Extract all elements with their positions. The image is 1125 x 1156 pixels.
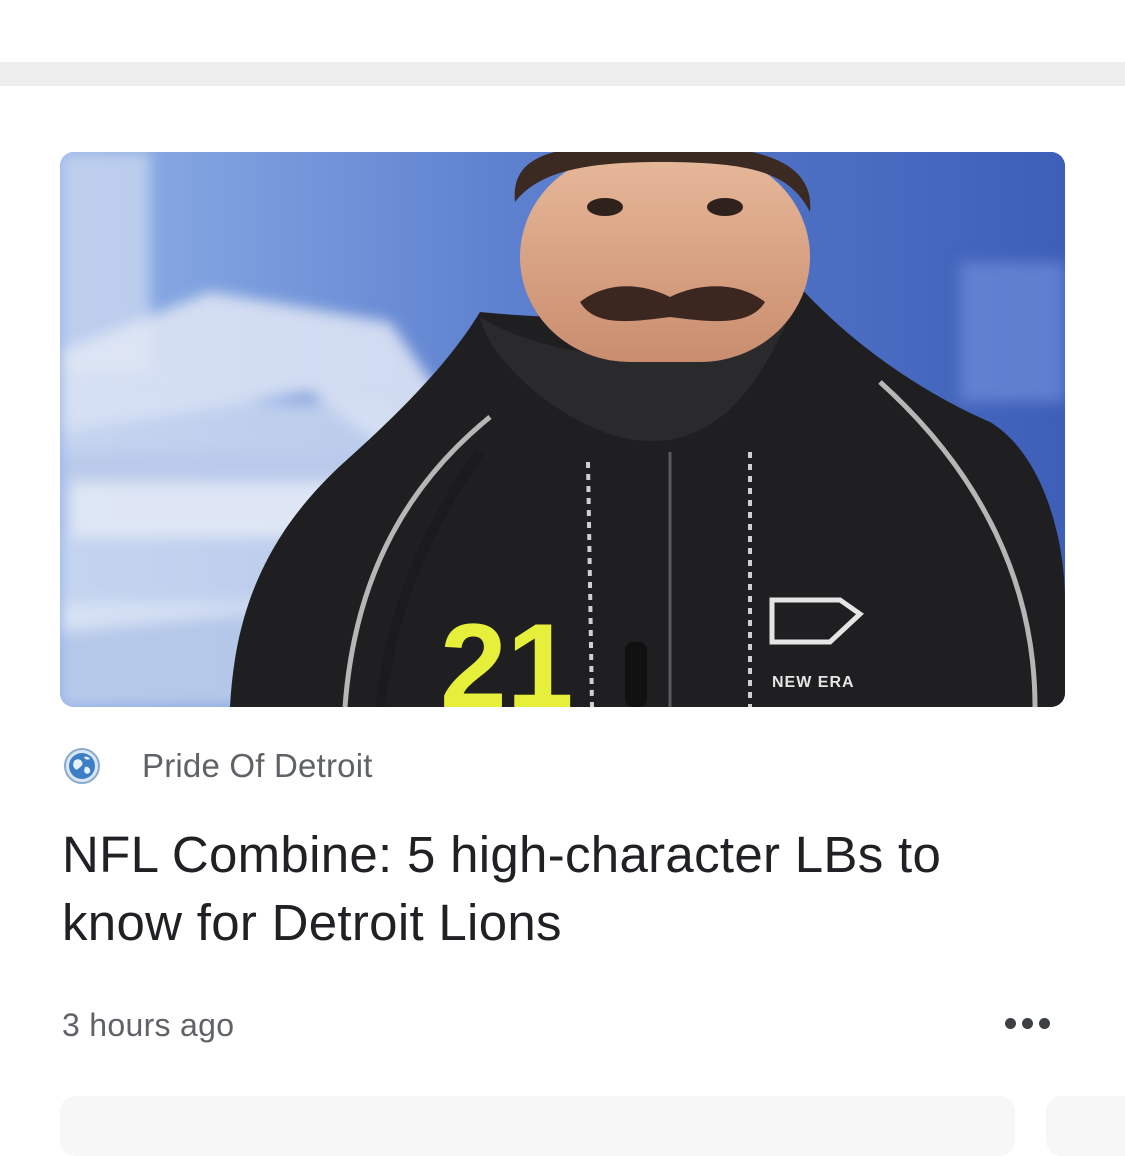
- globe-icon: [62, 746, 102, 786]
- article-headline[interactable]: NFL Combine: 5 high-character LBs to kno…: [62, 821, 1072, 957]
- more-horizontal-icon-dot: [1021, 1017, 1033, 1029]
- svg-text:NEW ERA: NEW ERA: [772, 674, 855, 691]
- source-row[interactable]: Pride Of Detroit: [62, 746, 373, 786]
- next-card[interactable]: [60, 1096, 1015, 1156]
- section-divider: [0, 62, 1125, 86]
- more-horizontal-icon-dot: [1038, 1017, 1050, 1029]
- source-name: Pride Of Detroit: [142, 747, 373, 784]
- article-card[interactable]: 21 NEW ERA Pride Of Detroit NFL Combine:…: [0, 86, 1125, 1135]
- article-image[interactable]: 21 NEW ERA: [60, 152, 1065, 707]
- next-card-peek[interactable]: [1046, 1096, 1125, 1156]
- more-options-button[interactable]: [992, 1001, 1062, 1045]
- svg-text:21: 21: [440, 599, 573, 707]
- more-horizontal-icon: [1004, 1017, 1016, 1029]
- timestamp: 3 hours ago: [62, 1007, 235, 1043]
- meta-row: 3 hours ago: [62, 1001, 1062, 1051]
